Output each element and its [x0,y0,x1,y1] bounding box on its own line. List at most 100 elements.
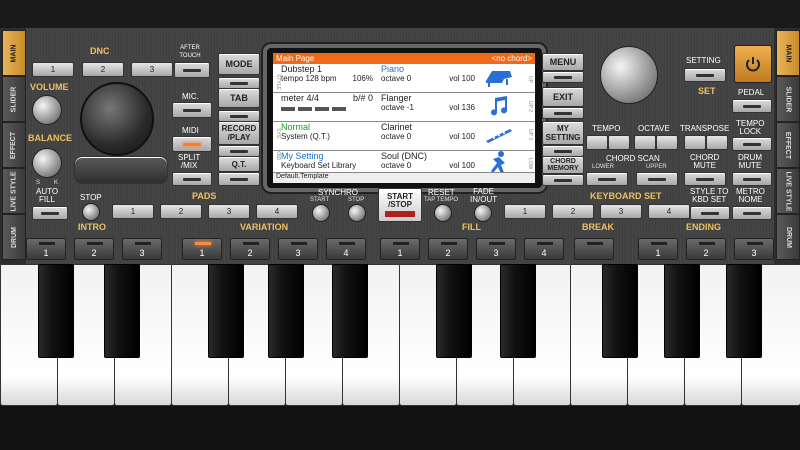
black-key[interactable] [38,264,74,358]
black-key[interactable] [500,264,536,358]
tab-effect-right[interactable]: EFFECT [776,122,800,168]
pads-stop-button[interactable] [82,203,100,221]
fade-button[interactable] [474,204,492,222]
led-indicator [699,242,715,245]
mode-button[interactable]: MODE [218,53,260,75]
jog-wheel[interactable] [80,82,154,156]
variation-pad-2[interactable]: 2 [230,238,270,260]
intro-pad-3[interactable]: 3 [122,238,162,260]
dnc-button-1[interactable]: 1 [32,62,74,77]
tab-effect-left[interactable]: EFFECT [2,122,26,168]
auto-fill-button[interactable] [32,206,68,220]
tab-button[interactable]: TAB [218,88,260,108]
tempo-up-button[interactable] [608,135,630,150]
tab-label: SLIDER [10,86,18,112]
volume-knob[interactable] [32,95,62,125]
black-key[interactable] [268,264,304,358]
chord-mute-button[interactable] [684,172,726,186]
menu-button[interactable]: MENU [542,53,584,71]
kbd-set-button-1[interactable]: 1 [504,204,546,219]
tab-main-left[interactable]: MAIN [2,30,26,76]
drum-mute-button[interactable] [732,172,772,186]
split-mix-button[interactable] [172,172,212,186]
lcd-display[interactable]: Main Page <no chord> STYLE SYS KBD Dubst… [273,53,535,183]
my-setting-button[interactable]: MY SETTING [542,121,584,145]
intro-pad-2[interactable]: 2 [74,238,114,260]
voice-vol-2: vol 136 [449,103,475,112]
black-key[interactable] [664,264,700,358]
exit-led-button[interactable] [542,107,584,119]
bsharp-value: b/# 0 [352,93,373,103]
reset-tap-tempo-button[interactable] [434,204,452,222]
black-key[interactable] [104,264,140,358]
tab-drum-left[interactable]: DRUM [2,214,26,260]
break-pad[interactable] [574,238,614,260]
exit-button[interactable]: EXIT [542,87,584,107]
synchro-stop-button[interactable] [348,204,366,222]
power-button[interactable] [734,45,772,83]
intro-pad-1[interactable]: 1 [26,238,66,260]
style-row-2[interactable]: meter 4/4 b/# 0 Flanger octave -1 vol 13… [273,93,535,122]
after-touch-button[interactable] [174,62,210,78]
pad-button-3[interactable]: 3 [208,204,250,219]
fill-pad-3[interactable]: 3 [476,238,516,260]
pad-button-1[interactable]: 1 [112,204,154,219]
ending-pad-1[interactable]: 1 [638,238,678,260]
qt-button[interactable]: Q.T. [218,156,260,172]
tempo-down-button[interactable] [586,135,608,150]
balance-knob[interactable] [32,148,62,178]
kbd-set-button-4[interactable]: 4 [648,204,690,219]
tab-live-style-right[interactable]: LIVE STYLE [776,168,800,214]
chord-memory-led-button[interactable] [542,174,584,186]
dnc-button-3[interactable]: 3 [131,62,173,77]
chord-scan-lower-button[interactable] [586,172,628,186]
variation-pad-1[interactable]: 1 [182,238,222,260]
octave-up-button[interactable] [656,135,678,150]
kbd-set-button-2[interactable]: 2 [552,204,594,219]
pad-button-4[interactable]: 4 [256,204,298,219]
record-play-button[interactable]: RECORD /PLAY [218,121,260,145]
tab-label: DRUM [10,226,18,248]
pedal-button[interactable] [732,99,772,113]
tempo-lock-button[interactable] [732,137,772,151]
black-key[interactable] [332,264,368,358]
black-key[interactable] [602,264,638,358]
pad-button-2[interactable]: 2 [160,204,202,219]
tab-slider-right[interactable]: SLIDER [776,76,800,122]
setting-button[interactable] [684,68,726,82]
midi-button[interactable] [172,136,212,152]
tab-slider-left[interactable]: SLIDER [2,76,26,122]
dnc-button-2[interactable]: 2 [82,62,124,77]
transpose-up-button[interactable] [706,135,728,150]
mic-button[interactable] [172,102,212,118]
led-indicator [441,242,457,245]
style-row-1[interactable]: Dubstep 1 tempo 128 bpm 106% Piano octav… [273,64,535,93]
black-key[interactable] [436,264,472,358]
tab-live-style-left[interactable]: LIVE STYLE [2,168,26,214]
data-dial[interactable] [600,46,658,104]
menu-led-button[interactable] [542,71,584,83]
tab-drum-right[interactable]: DRUM [776,214,800,260]
tab-main-right[interactable]: MAIN [776,30,800,76]
kbd-set-button-3[interactable]: 3 [600,204,642,219]
start-stop-button[interactable]: START /STOP [378,188,422,222]
metronome-button[interactable] [732,206,772,220]
variation-pad-3[interactable]: 3 [278,238,318,260]
ending-pad-2[interactable]: 2 [686,238,726,260]
black-key[interactable] [208,264,244,358]
black-key[interactable] [726,264,762,358]
variation-pad-4[interactable]: 4 [326,238,366,260]
fill-pad-1[interactable]: 1 [380,238,420,260]
fill-pad-2[interactable]: 2 [428,238,468,260]
octave-down-button[interactable] [634,135,656,150]
ending-pad-3[interactable]: 3 [734,238,774,260]
synchro-start-button[interactable] [312,204,330,222]
chord-memory-button[interactable]: CHORD MEMORY [542,156,584,174]
fill-pad-4[interactable]: 4 [524,238,564,260]
pitch-pad[interactable] [74,156,168,184]
qt-led-button[interactable] [218,172,260,186]
keyboard-row-1[interactable]: Normal System (Q.T.) Clarinet octave 0 v… [273,122,535,151]
style-to-kbd-button[interactable] [690,206,730,220]
transpose-down-button[interactable] [684,135,706,150]
chord-scan-upper-button[interactable] [636,172,678,186]
